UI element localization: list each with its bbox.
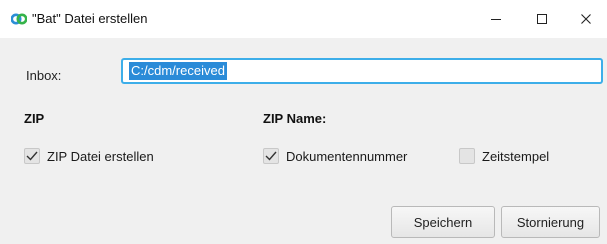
zip-create-label: ZIP Datei erstellen	[47, 148, 154, 164]
inbox-label: Inbox:	[26, 68, 62, 83]
inbox-input[interactable]: C:/cdm/received	[121, 58, 603, 84]
title-bar: "Bat" Datei erstellen	[0, 0, 607, 38]
check-icon	[26, 151, 38, 161]
cancel-button[interactable]: Stornierung	[501, 206, 600, 238]
zip-heading: ZIP	[24, 111, 45, 126]
document-number-label: Dokumentennummer	[286, 148, 408, 164]
check-icon	[265, 151, 277, 161]
maximize-icon	[537, 14, 547, 24]
checkbox-box[interactable]	[263, 148, 279, 164]
document-number-checkbox[interactable]: Dokumentennummer	[263, 148, 407, 164]
timestamp-checkbox[interactable]: Zeitstempel	[459, 148, 549, 164]
inbox-input-value: C:/cdm/received	[129, 62, 227, 80]
bat-app-icon	[10, 12, 28, 26]
zip-create-checkbox[interactable]: ZIP Datei erstellen	[24, 148, 154, 164]
checkbox-box[interactable]	[459, 148, 475, 164]
zip-name-heading: ZIP Name:	[263, 111, 327, 126]
close-icon	[581, 14, 591, 24]
window-title: "Bat" Datei erstellen	[32, 11, 148, 26]
timestamp-label: Zeitstempel	[482, 148, 550, 164]
minimize-icon	[491, 19, 501, 20]
minimize-button[interactable]	[473, 0, 519, 38]
checkbox-box[interactable]	[24, 148, 40, 164]
save-button[interactable]: Speichern	[391, 206, 495, 238]
maximize-button[interactable]	[519, 0, 565, 38]
close-button[interactable]	[563, 0, 607, 38]
